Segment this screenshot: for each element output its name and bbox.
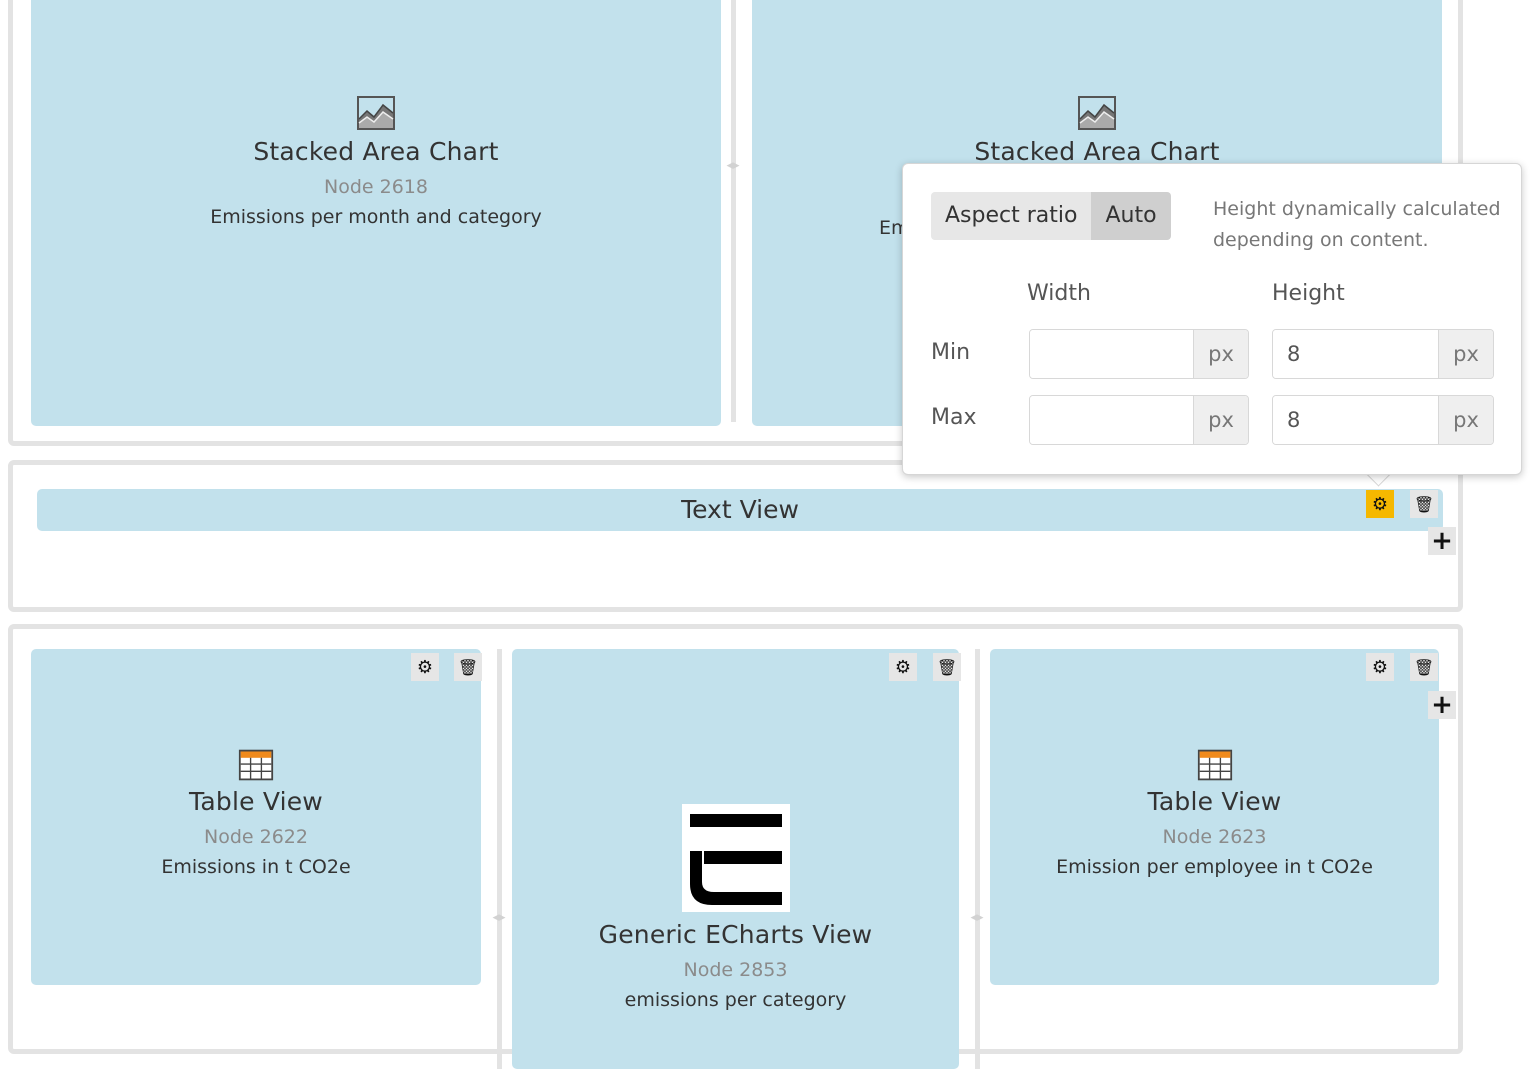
settings-gear-icon[interactable]: ⚙ — [411, 653, 439, 681]
table-view-2623[interactable]: Table View Node 2623 Emission per employ… — [990, 649, 1439, 985]
resize-arrows-icon: ◂▸ — [492, 910, 506, 925]
aspect-ratio-option[interactable]: Aspect ratio — [931, 192, 1092, 240]
max-width-input-group: px — [1029, 395, 1249, 445]
px-unit-label: px — [1193, 330, 1248, 378]
column-resizer[interactable] — [731, 0, 736, 422]
trash-icon[interactable]: 🗑 — [454, 653, 482, 681]
min-height-input[interactable] — [1273, 330, 1438, 378]
table-view-2622[interactable]: Table View Node 2622 Emissions in t CO2e — [31, 649, 481, 985]
stacked-area-chart-view-2618[interactable]: Stacked Area Chart Node 2618 Emissions p… — [31, 0, 721, 426]
view-description: Emissions in t CO2e — [161, 856, 351, 878]
view-description: Emissions per month and category — [210, 206, 542, 228]
height-note: Height dynamically calculated depending … — [1213, 198, 1501, 251]
width-column-label: Width — [1027, 281, 1091, 306]
settings-gear-icon[interactable]: ⚙ — [889, 653, 917, 681]
stacked-area-chart-icon — [1078, 96, 1116, 130]
max-width-input[interactable] — [1030, 396, 1193, 444]
view-content: Table View Node 2623 Emission per employ… — [990, 747, 1439, 878]
view-title: Stacked Area Chart — [974, 137, 1220, 166]
resize-arrows-icon: ◂▸ — [970, 910, 984, 925]
stacked-area-chart-icon — [357, 96, 395, 130]
auto-option[interactable]: Auto — [1091, 192, 1171, 240]
view-content: Stacked Area Chart Node 2618 Emissions p… — [31, 93, 721, 228]
view-title: Generic ECharts View — [598, 920, 873, 949]
max-height-input[interactable] — [1273, 396, 1438, 444]
settings-gear-icon[interactable]: ⚙ — [1366, 653, 1394, 681]
trash-icon[interactable]: 🗑 — [1410, 490, 1438, 518]
trash-icon[interactable]: 🗑 — [1410, 653, 1438, 681]
view-node-id: Node 2623 — [1162, 826, 1267, 848]
size-settings-popover: Aspect ratio Auto Height dynamically cal… — [902, 163, 1522, 475]
view-node-id: Node 2853 — [683, 959, 788, 981]
view-content: Table View Node 2622 Emissions in t CO2e — [31, 747, 481, 878]
min-width-input-group: px — [1029, 329, 1249, 379]
view-content: Stacked Area Chart — [752, 93, 1442, 166]
max-height-input-group: px — [1272, 395, 1494, 445]
trash-icon[interactable]: 🗑 — [933, 653, 961, 681]
min-height-input-group: px — [1272, 329, 1494, 379]
echarts-logo-icon — [681, 804, 790, 912]
view-content: Generic ECharts View Node 2853 emissions… — [512, 804, 959, 1011]
view-node-id: Node 2622 — [204, 826, 308, 848]
min-width-input[interactable] — [1030, 330, 1193, 378]
table-icon — [1197, 749, 1232, 781]
settings-gear-icon[interactable]: ⚙ — [1366, 490, 1394, 518]
height-column-label: Height — [1272, 281, 1345, 306]
view-title: Table View — [1147, 787, 1282, 816]
table-icon — [238, 749, 274, 781]
view-title: Stacked Area Chart — [253, 137, 499, 166]
min-row-label: Min — [931, 340, 971, 365]
view-title: Table View — [189, 787, 323, 816]
layout-row-2: Text View ⚙ 🗑 + — [8, 460, 1463, 612]
view-title: Text View — [681, 495, 799, 524]
resize-arrows-icon: ◂▸ — [726, 158, 740, 173]
column-resizer[interactable] — [497, 649, 502, 1069]
max-row-label: Max — [931, 405, 977, 430]
px-unit-label: px — [1438, 330, 1493, 378]
view-description: Emission per employee in t CO2e — [1056, 856, 1373, 878]
layout-row-3: Table View Node 2622 Emissions in t CO2e… — [8, 624, 1463, 1069]
add-view-button[interactable]: + — [1428, 527, 1456, 555]
sizing-mode-toggle: Aspect ratio Auto — [931, 192, 1171, 240]
column-resizer[interactable] — [975, 649, 980, 1069]
text-view[interactable]: Text View — [37, 489, 1443, 531]
view-description: emissions per category — [624, 989, 847, 1011]
view-node-id: Node 2618 — [324, 176, 428, 198]
add-view-button[interactable]: + — [1428, 691, 1456, 719]
px-unit-label: px — [1438, 396, 1493, 444]
px-unit-label: px — [1193, 396, 1248, 444]
generic-echarts-view-2853[interactable]: Generic ECharts View Node 2853 emissions… — [512, 649, 959, 1069]
